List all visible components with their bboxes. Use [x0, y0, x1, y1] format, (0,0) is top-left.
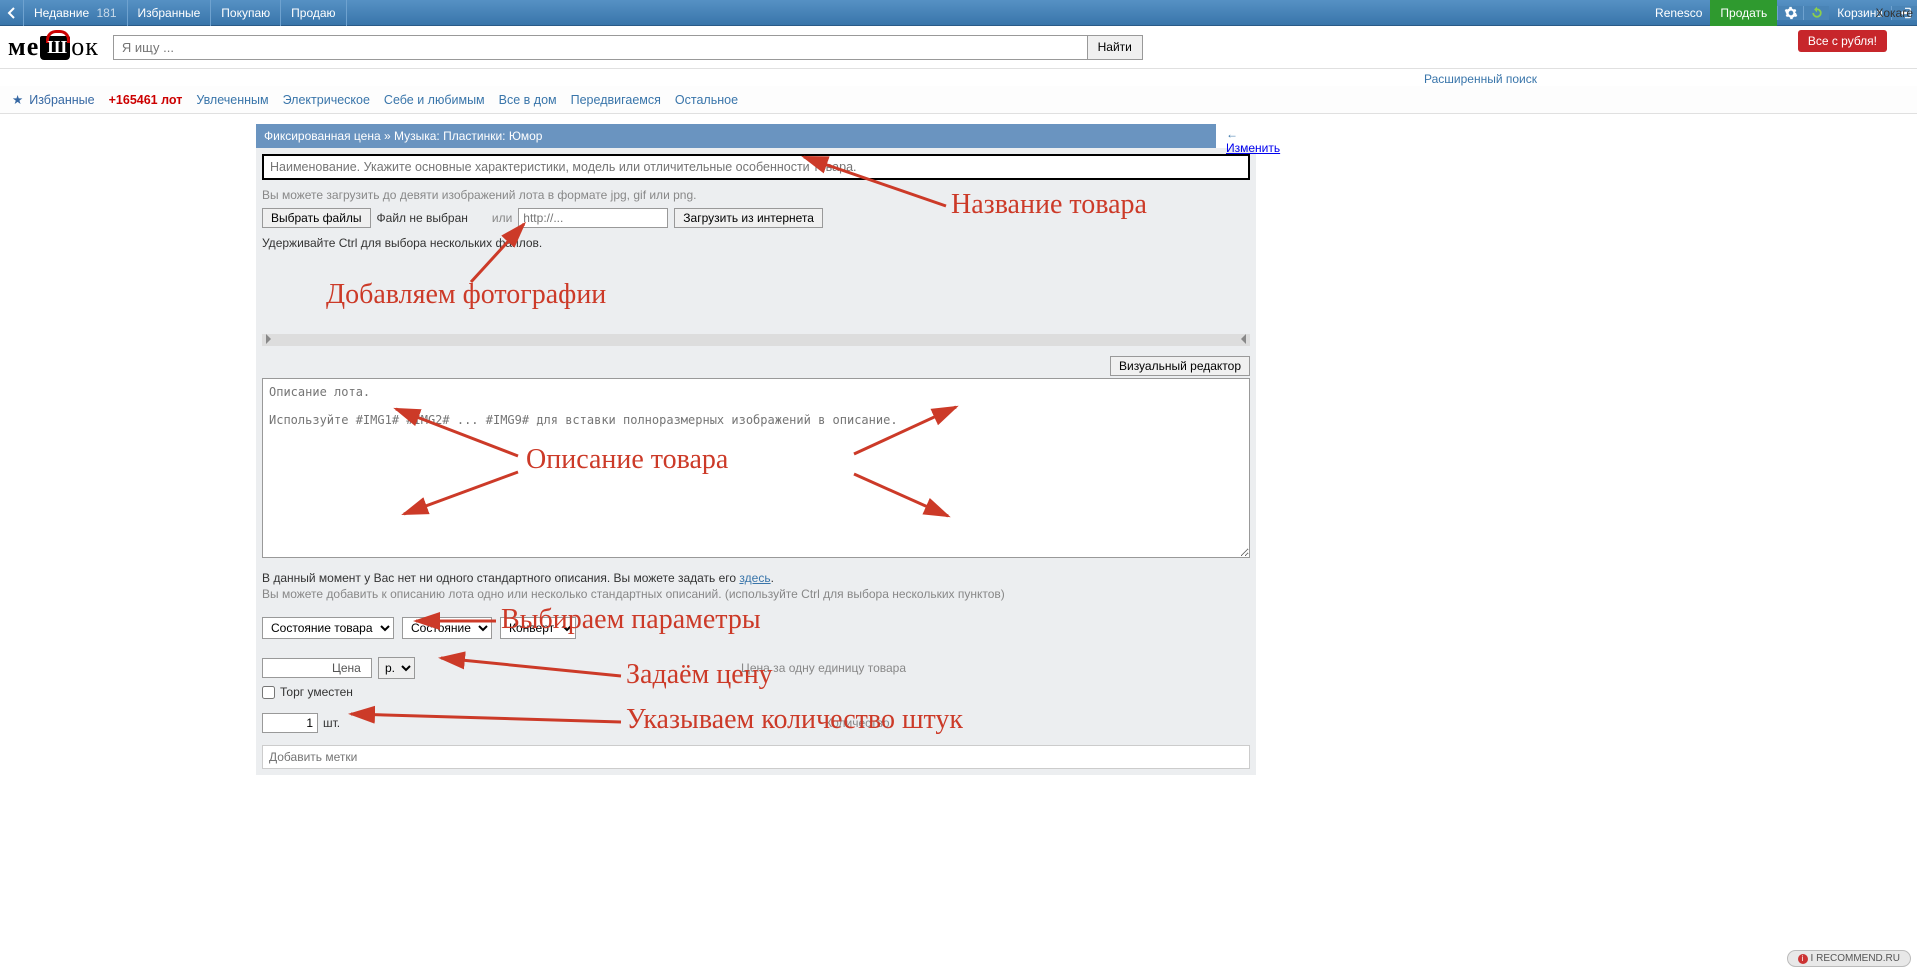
watermark: iI RECOMMEND.RU [1787, 950, 1911, 967]
category-row: ★ Избранные +165461 лот Увлеченным Элект… [0, 86, 1917, 114]
change-link[interactable]: Изменить [1226, 141, 1280, 155]
bargain-label: Торг уместен [280, 685, 353, 699]
upload-note: Вы можете загрузить до девяти изображени… [262, 188, 1250, 202]
upload-row: Выбрать файлы Файл не выбран или Загрузи… [262, 208, 1250, 228]
price-input[interactable] [262, 658, 372, 678]
tab-recent-count: 181 [96, 6, 116, 20]
tab-recent-label: Недавние [34, 6, 89, 20]
description-textarea[interactable] [262, 378, 1250, 558]
cat-link-2[interactable]: Себе и любимым [384, 93, 485, 107]
condition-select[interactable]: Состояние товара [262, 617, 394, 639]
cat-link-1[interactable]: Электрическое [283, 93, 370, 107]
cat-link-4[interactable]: Передвигаемся [571, 93, 661, 107]
price-row: Цена р. Цена за одну единицу товара [262, 657, 1250, 679]
form-area: Вы можете загрузить до девяти изображени… [256, 148, 1256, 775]
gear-icon[interactable] [1777, 6, 1803, 20]
visual-editor-button[interactable]: Визуальный редактор [1110, 356, 1250, 376]
envelope-select[interactable]: Конверт [500, 617, 576, 639]
advanced-search-link[interactable]: Расширенный поиск [1424, 72, 1537, 86]
cat-link-3[interactable]: Все в дом [499, 93, 557, 107]
std-desc-here-link[interactable]: здесь [739, 571, 770, 585]
username-link[interactable]: Renesco [1647, 0, 1710, 26]
lot-count: +165461 лот [109, 93, 183, 107]
horizontal-scrollbar[interactable] [262, 334, 1250, 346]
qty-input[interactable] [262, 713, 318, 733]
search-box: Найти [113, 35, 1143, 60]
tab-favorites[interactable]: Избранные [128, 0, 212, 26]
param-row: Состояние товара Состояние Конверт [262, 617, 1250, 639]
price-unit-label: Цена за одну единицу товара [741, 661, 906, 675]
tab-selling[interactable]: Продаю [281, 0, 346, 26]
main-form-wrap: Фиксированная цена » Музыка: Пластинки: … [256, 124, 1256, 775]
tab-buying[interactable]: Покупаю [211, 0, 281, 26]
ctrl-note: Удерживайте Ctrl для выбора нескольких ф… [262, 236, 1250, 250]
qty-suffix: шт. [323, 716, 340, 730]
search-button[interactable]: Найти [1087, 36, 1142, 59]
bargain-checkbox[interactable] [262, 686, 275, 699]
state-select[interactable]: Состояние [402, 617, 492, 639]
refresh-icon[interactable] [1803, 6, 1829, 20]
image-dropzone[interactable] [262, 250, 1250, 330]
header-row: меок Найти [0, 26, 1917, 69]
no-file-label: Файл не выбран [377, 211, 468, 225]
qty-label: Количество [825, 716, 889, 730]
std-desc-note: В данный момент у Вас нет ни одного стан… [262, 571, 1250, 585]
bag-icon [40, 36, 70, 60]
cat-link-5[interactable]: Остальное [675, 93, 738, 107]
tags-input[interactable] [262, 745, 1250, 769]
logo[interactable]: меок [8, 32, 99, 62]
currency-select[interactable]: р. [378, 657, 415, 679]
promo-badge[interactable]: Все с рубля! [1798, 30, 1887, 52]
scroll-left-icon[interactable] [266, 334, 272, 344]
tab-recent[interactable]: Недавние 181 [24, 0, 128, 26]
title-input[interactable] [262, 154, 1250, 180]
cat-favorites[interactable]: Избранные [29, 93, 94, 107]
sell-button[interactable]: Продать [1710, 0, 1777, 26]
corner-username: Хокаге [1875, 6, 1913, 20]
cat-link-0[interactable]: Увлеченным [196, 93, 268, 107]
load-from-internet-button[interactable]: Загрузить из интернета [674, 208, 823, 228]
back-arrow-icon[interactable] [0, 0, 24, 26]
std-desc-sub: Вы можете добавить к описанию лота одно … [262, 587, 1250, 601]
search-input[interactable] [114, 36, 1087, 59]
url-input[interactable] [518, 208, 668, 228]
breadcrumb-bar: Фиксированная цена » Музыка: Пластинки: … [256, 124, 1216, 148]
scroll-right-icon[interactable] [1240, 334, 1246, 344]
or-label: или [492, 211, 512, 225]
breadcrumb-text: Фиксированная цена » Музыка: Пластинки: … [264, 129, 542, 143]
choose-files-button[interactable]: Выбрать файлы [262, 208, 371, 228]
qty-row: шт. Количество [262, 713, 1250, 733]
top-nav: Недавние 181 Избранные Покупаю Продаю Re… [0, 0, 1917, 26]
star-icon: ★ [12, 92, 23, 107]
